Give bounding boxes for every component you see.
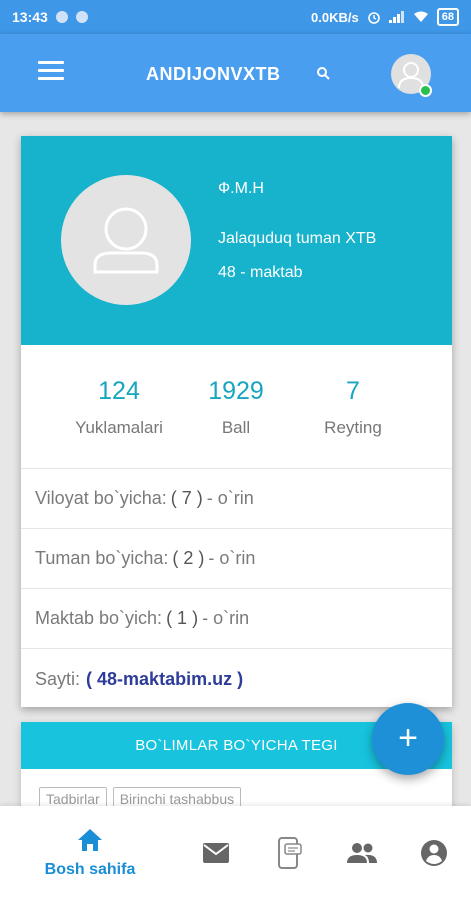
nav-sms[interactable] xyxy=(270,806,310,900)
status-bar: 13:43 0.0KB/s 68 xyxy=(0,0,471,34)
rank-label: Viloyat bo`yicha: xyxy=(35,488,167,508)
nav-mail[interactable] xyxy=(196,806,236,900)
rank-suffix: - o`rin xyxy=(208,548,256,568)
rank-label: Maktab bo`yich: xyxy=(35,608,163,628)
maktab-rank-row: Maktab bo`yich: ( 1 ) - o`rin xyxy=(21,589,452,649)
rank-value: ( 1 ) xyxy=(166,608,199,628)
people-icon xyxy=(347,843,377,863)
rank-value: ( 7 ) xyxy=(170,488,203,508)
alarm-icon xyxy=(367,12,380,24)
rank-label: Tuman bo`yicha: xyxy=(35,548,169,568)
notification-icon xyxy=(55,11,68,23)
website-link[interactable]: ( 48-maktabim.uz ) xyxy=(86,669,243,690)
tuman-rank-row: Tuman bo`yicha: ( 2 ) - o`rin xyxy=(21,529,452,589)
stat-value: 7 xyxy=(346,377,360,405)
profile-header: Ф.М.Н Jalaquduq tuman XTB 48 - maktab xyxy=(21,136,452,345)
website-label: Sayti: xyxy=(35,668,81,689)
search-icon[interactable] xyxy=(314,64,334,84)
add-fab-button[interactable]: + xyxy=(372,703,444,775)
menu-icon[interactable] xyxy=(38,61,64,83)
wifi-icon xyxy=(413,11,428,22)
notification-icon xyxy=(75,11,88,23)
profile-avatar[interactable] xyxy=(61,175,191,305)
sms-icon xyxy=(278,837,302,869)
stats-panel: 124 Yuklamalari 1929 Ball 7 Reyting xyxy=(21,345,452,469)
mail-icon xyxy=(203,843,229,863)
app-title: ANDIJONVXTB xyxy=(146,64,281,84)
user-icon xyxy=(93,207,159,274)
website-row: Sayti: ( 48-maktabim.uz ) xyxy=(21,649,452,709)
stat-reyting: 7 Reyting xyxy=(283,377,423,438)
status-time: 13:43 xyxy=(12,9,48,25)
rank-suffix: - o`rin xyxy=(206,488,254,508)
signal-icon xyxy=(388,11,404,23)
rank-value: ( 2 ) xyxy=(172,548,205,568)
nav-people[interactable] xyxy=(342,806,382,900)
home-icon xyxy=(78,829,102,851)
profile-card: Ф.М.Н Jalaquduq tuman XTB 48 - maktab 12… xyxy=(21,136,452,707)
profile-school: 48 - maktab xyxy=(218,264,303,281)
network-speed: 0.0KB/s xyxy=(311,9,359,25)
profile-name: Ф.М.Н xyxy=(218,180,264,197)
nav-home-label: Bosh sahifa xyxy=(44,861,136,878)
stat-label: Reyting xyxy=(324,418,382,437)
nav-home[interactable]: Bosh sahifa xyxy=(38,806,142,900)
battery-icon: 68 xyxy=(436,8,459,26)
app-bar: ANDIJONVXTB xyxy=(0,34,471,112)
online-status-dot xyxy=(419,84,432,97)
viloyat-rank-row: Viloyat bo`yicha: ( 7 ) - o`rin xyxy=(21,469,452,529)
profile-district: Jalaquduq tuman XTB xyxy=(218,230,377,247)
rank-suffix: - o`rin xyxy=(202,608,250,628)
nav-account[interactable] xyxy=(414,806,454,900)
account-icon xyxy=(421,840,447,866)
bottom-nav: Bosh sahifa xyxy=(0,806,471,900)
